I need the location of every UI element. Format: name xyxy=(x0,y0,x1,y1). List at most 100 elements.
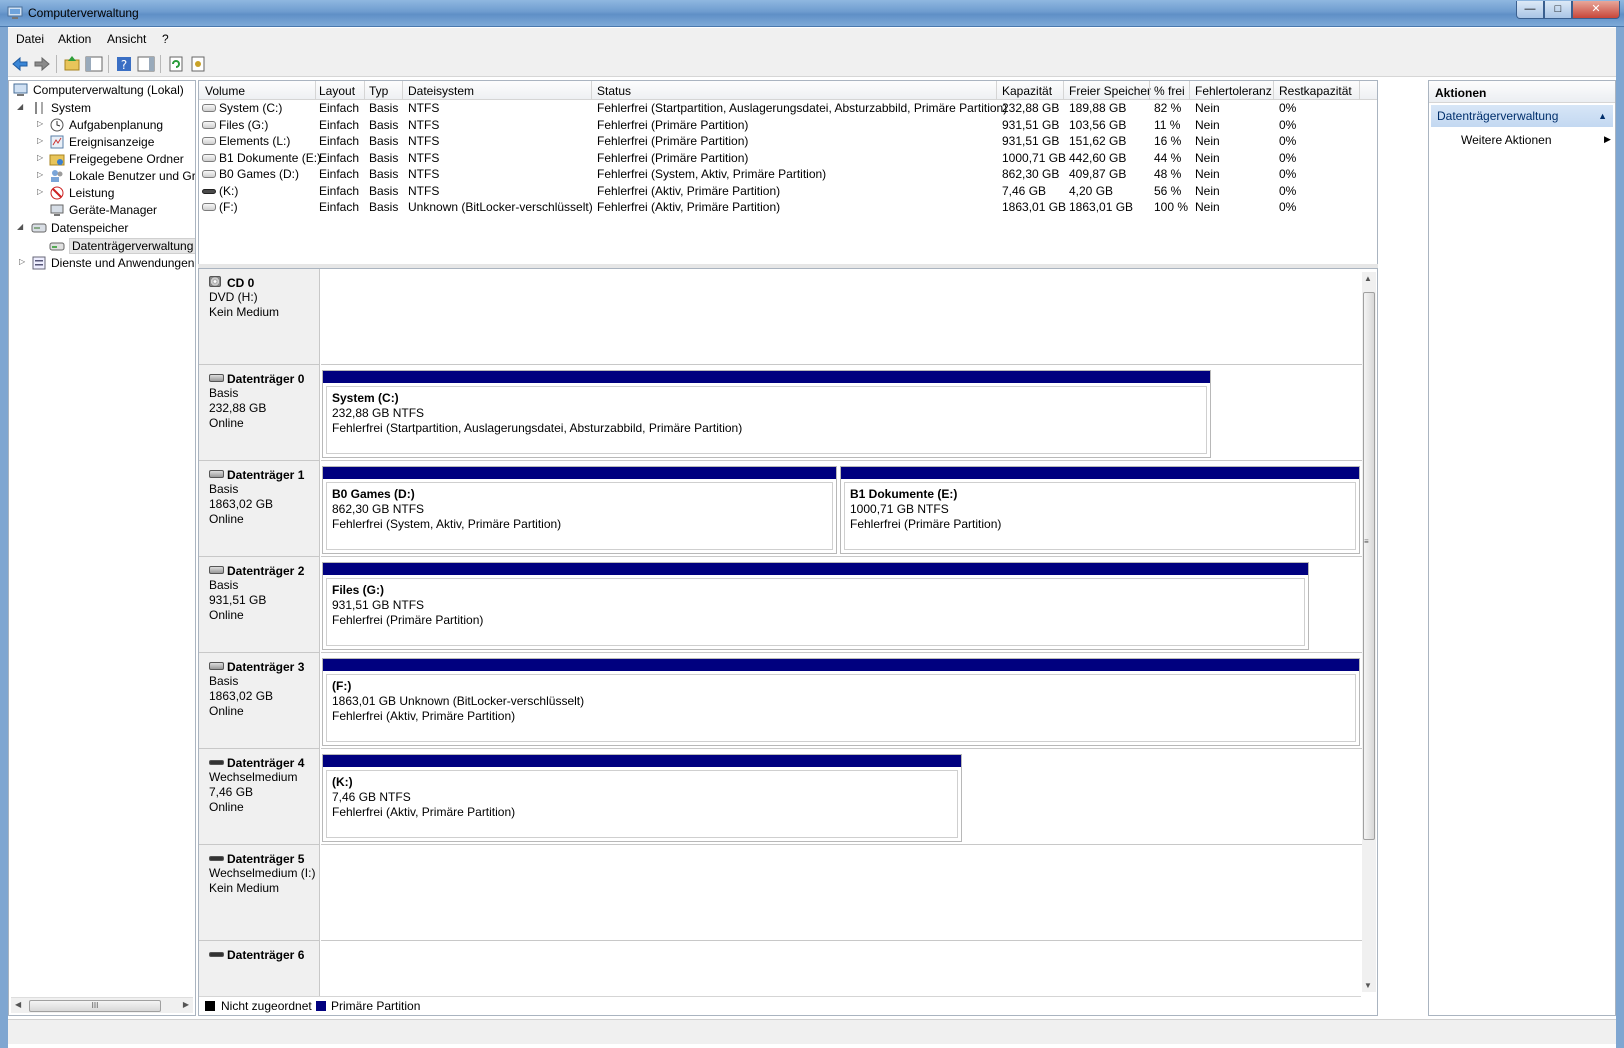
column-separator[interactable] xyxy=(402,81,403,100)
table-row[interactable]: Elements (L:) Einfach Basis NTFS Fehlerfrei … xyxy=(199,133,1377,150)
refresh-icon[interactable] xyxy=(166,54,186,74)
legend: Nicht zugeordnet Primäre Partition xyxy=(199,996,1361,1015)
collapsed-arrow-icon[interactable]: ▷ xyxy=(19,257,28,266)
title-bar[interactable]: Computerverwaltung — □ ✕ xyxy=(0,0,1624,27)
disk-info[interactable]: Datenträger 5 Wechselmedium (I:) Kein Medi… xyxy=(199,845,320,941)
partition-block[interactable]: (K:) 7,46 GB NTFS Fehlerfrei (Aktiv, Primä… xyxy=(322,754,962,842)
column-header[interactable]: Layout xyxy=(319,84,355,98)
scroll-left-arrow-icon[interactable]: ◀ xyxy=(15,1000,21,1009)
column-header[interactable]: Restkapazität xyxy=(1279,84,1352,98)
show-hide-console-tree-icon[interactable] xyxy=(84,54,104,74)
table-row[interactable]: (K:) Einfach Basis NTFS Fehlerfrei (Aktiv, P… xyxy=(199,183,1377,200)
properties-icon[interactable] xyxy=(188,54,208,74)
column-separator[interactable] xyxy=(315,81,316,100)
help-icon[interactable]: ? xyxy=(114,54,134,74)
scroll-thumb[interactable]: III xyxy=(29,1000,161,1012)
volume-list: Volume Layout Typ Dateisystem Status Kapazitä… xyxy=(198,80,1378,266)
minimize-button[interactable]: — xyxy=(1516,1,1544,19)
column-separator[interactable] xyxy=(996,81,997,100)
expanded-arrow-icon[interactable]: ◢ xyxy=(17,222,26,231)
table-row[interactable]: Files (G:) Einfach Basis NTFS Fehlerfrei (Pr… xyxy=(199,117,1377,134)
column-header[interactable]: Volume xyxy=(205,84,245,98)
maximize-button[interactable]: □ xyxy=(1544,1,1572,19)
actions-group-disk-management[interactable]: Datenträgerverwaltung ▲ xyxy=(1431,105,1613,127)
disk-info[interactable]: Datenträger 4 Wechselmedium 7,46 GB Online xyxy=(199,749,320,845)
column-header[interactable]: Kapazität xyxy=(1002,84,1052,98)
collapsed-arrow-icon[interactable]: ▷ xyxy=(37,170,46,179)
collapsed-arrow-icon[interactable]: ▷ xyxy=(37,187,46,196)
disk-info[interactable]: Datenträger 0 Basis 232,88 GB Online xyxy=(199,365,320,461)
column-separator[interactable] xyxy=(1273,81,1274,100)
tree-label-device-manager: Geräte-Manager xyxy=(69,203,158,217)
partition-block[interactable]: System (C:) 232,88 GB NTFS Fehlerfrei (Sta… xyxy=(322,370,1211,458)
menu-ansicht[interactable]: Ansicht xyxy=(107,32,146,46)
table-cell: Fehlerfrei (Primäre Partition) xyxy=(597,117,749,132)
partition-block[interactable]: B0 Games (D:) 862,30 GB NTFS Fehlerfrei (S… xyxy=(322,466,837,554)
table-cell: 931,51 GB xyxy=(1002,134,1060,148)
disk-name: CD 0 xyxy=(209,276,319,290)
table-row[interactable]: System (C:) Einfach Basis NTFS Fehlerfrei (S… xyxy=(199,100,1377,117)
table-cell: Nein xyxy=(1195,167,1220,181)
table-row[interactable]: B1 Dokumente (E:) Einfach Basis NTFS Fehlerf… xyxy=(199,150,1377,167)
column-separator[interactable] xyxy=(1149,81,1150,100)
column-separator[interactable] xyxy=(1063,81,1064,100)
column-separator[interactable] xyxy=(1359,81,1360,100)
partition-details: (F:) 1863,01 GB Unknown (BitLocker-versch… xyxy=(326,674,1356,742)
collapse-arrow-icon[interactable]: ▲ xyxy=(1598,111,1607,121)
forward-arrow-icon[interactable] xyxy=(32,54,52,74)
column-separator[interactable] xyxy=(591,81,592,100)
disk-row: Datenträger 5 Wechselmedium (I:) Kein Medi… xyxy=(199,845,1362,941)
column-header[interactable]: Dateisystem xyxy=(408,84,474,98)
disk-type: Basis xyxy=(209,386,239,400)
menu-aktion[interactable]: Aktion xyxy=(58,32,91,46)
collapsed-arrow-icon[interactable]: ▷ xyxy=(37,136,46,145)
performance-icon xyxy=(50,186,64,200)
disk-info[interactable]: Datenträger 3 Basis 1863,02 GB Online xyxy=(199,653,320,749)
disk-status: Online xyxy=(209,416,244,430)
column-separator[interactable] xyxy=(364,81,365,100)
volume-icon xyxy=(202,170,216,178)
collapsed-arrow-icon[interactable]: ▷ xyxy=(37,119,46,128)
disk-name: Datenträger 3 xyxy=(209,660,319,674)
partition-block[interactable]: Files (G:) 931,51 GB NTFS Fehlerfrei (Prim… xyxy=(322,562,1309,650)
disk-info[interactable]: Datenträger 1 Basis 1863,02 GB Online xyxy=(199,461,320,557)
partition-details: (K:) 7,46 GB NTFS Fehlerfrei (Aktiv, Primä… xyxy=(326,770,958,838)
tree-horizontal-scrollbar[interactable]: ◀ III ▶ xyxy=(11,997,193,1013)
partition-status: Fehlerfrei (Primäre Partition) xyxy=(332,613,484,627)
partition-details: B1 Dokumente (E:) 1000,71 GB NTFS Fehlerfr… xyxy=(844,482,1356,550)
disk-info[interactable]: CD 0 DVD (H:) Kein Medium xyxy=(199,269,320,365)
table-cell: Einfach xyxy=(319,117,360,132)
collapsed-arrow-icon[interactable]: ▷ xyxy=(37,153,46,162)
services-icon xyxy=(32,256,46,270)
column-header[interactable]: Fehlertoleranz xyxy=(1195,84,1272,98)
scroll-thumb[interactable] xyxy=(1363,292,1375,840)
menu-datei[interactable]: Datei xyxy=(16,32,44,46)
up-folder-icon[interactable] xyxy=(62,54,82,74)
expanded-arrow-icon[interactable]: ◢ xyxy=(17,102,26,111)
submenu-arrow-icon[interactable]: ▶ xyxy=(1604,134,1611,145)
disk-drive-icon xyxy=(209,662,224,670)
scroll-down-arrow-icon[interactable]: ▼ xyxy=(1364,981,1372,990)
show-hide-action-pane-icon[interactable] xyxy=(136,54,156,74)
partition-block[interactable]: B1 Dokumente (E:) 1000,71 GB NTFS Fehlerfr… xyxy=(840,466,1360,554)
column-header[interactable]: Freier Speicher xyxy=(1069,84,1151,98)
table-row[interactable]: B0 Games (D:) Einfach Basis NTFS Fehlerfrei … xyxy=(199,166,1377,183)
more-actions-link[interactable]: Weitere Aktionen xyxy=(1461,133,1552,147)
column-separator[interactable] xyxy=(1189,81,1190,100)
partition-block[interactable]: (F:) 1863,01 GB Unknown (BitLocker-versch… xyxy=(322,658,1360,746)
column-header[interactable]: % frei xyxy=(1154,84,1185,98)
disk-name-text: Datenträger 1 xyxy=(227,468,305,482)
menu-help[interactable]: ? xyxy=(162,32,169,46)
table-cell: 0% xyxy=(1279,150,1297,165)
table-cell: System (C:) xyxy=(219,101,283,115)
column-header[interactable]: Typ xyxy=(369,84,388,98)
table-row[interactable]: (F:) Einfach Basis Unknown (BitLocker-versc… xyxy=(199,199,1377,216)
close-button[interactable]: ✕ xyxy=(1572,1,1620,19)
scroll-right-arrow-icon[interactable]: ▶ xyxy=(183,1000,189,1009)
back-arrow-icon[interactable] xyxy=(10,54,30,74)
disk-info[interactable]: Datenträger 2 Basis 931,51 GB Online xyxy=(199,557,320,653)
column-header[interactable]: Status xyxy=(597,84,631,98)
volume-icon xyxy=(202,120,216,129)
scroll-up-arrow-icon[interactable]: ▲ xyxy=(1364,274,1372,283)
disk-view-vertical-scrollbar[interactable]: ▲ ≡ ▼ xyxy=(1362,272,1376,992)
